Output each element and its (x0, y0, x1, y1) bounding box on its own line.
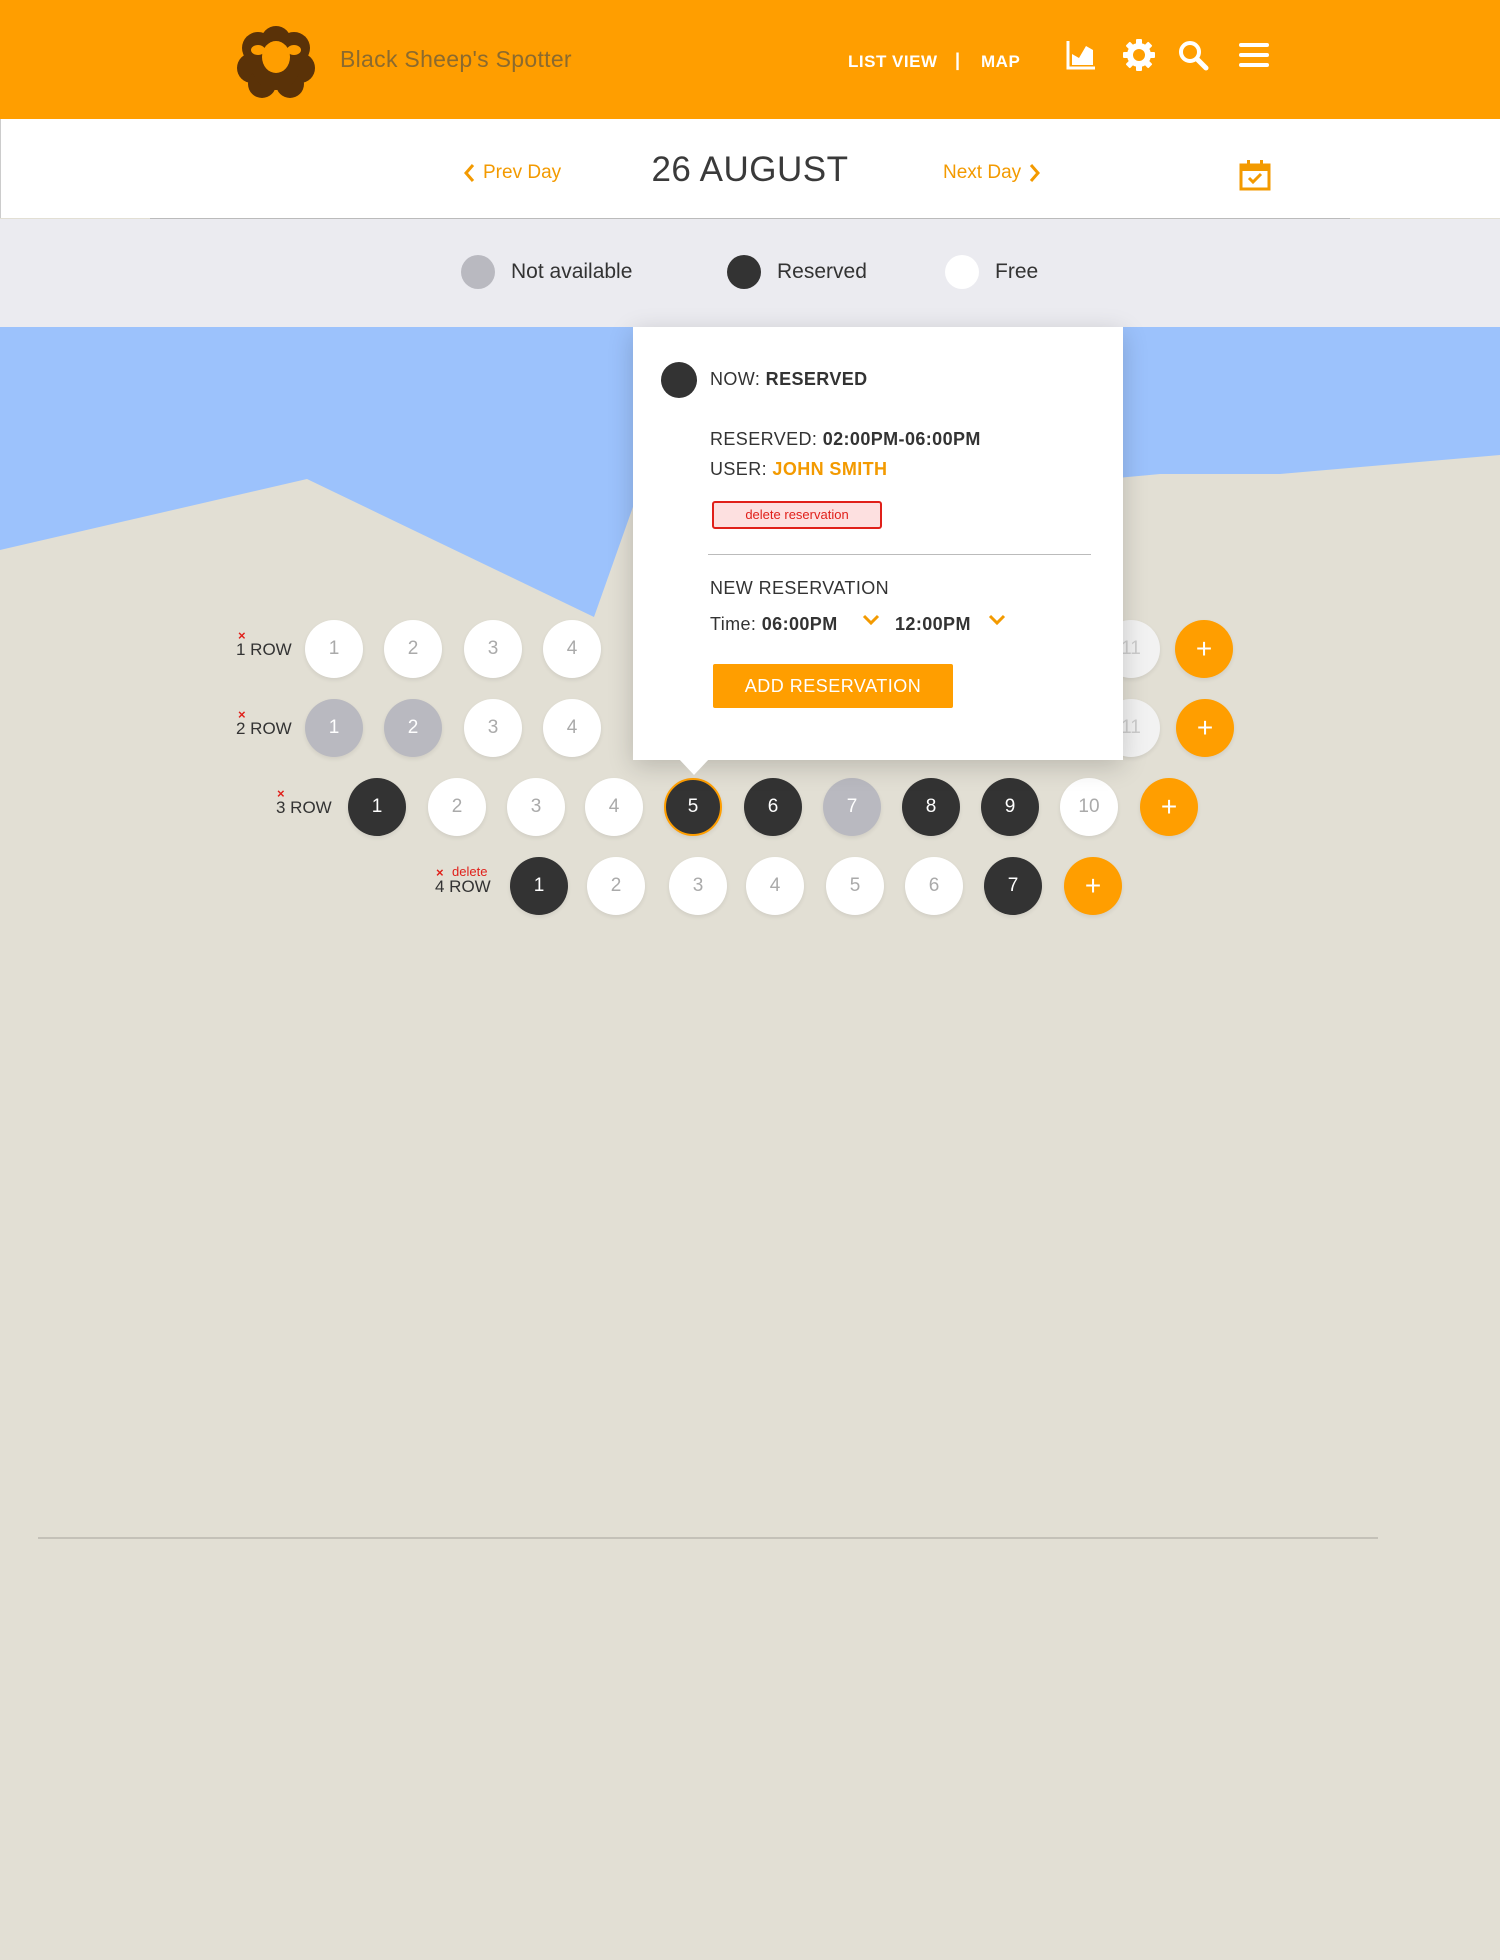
chevron-left-icon (464, 164, 475, 182)
map-bottom-divider (38, 1537, 1378, 1539)
time-label: Time: (710, 614, 757, 634)
time-to-select[interactable]: 12:00PM (895, 614, 971, 634)
brand-name: Black Sheep's Spotter (340, 46, 572, 72)
reserved-dot (727, 255, 761, 289)
chevron-down-icon[interactable] (862, 614, 880, 626)
popup-divider (708, 554, 1091, 555)
list-view-link[interactable]: LIST VIEW (848, 52, 938, 72)
now-status-line: NOW: RESERVED (710, 369, 868, 390)
popup-pointer (678, 758, 710, 775)
beach-spot[interactable]: 4 (543, 620, 601, 678)
current-date: 26 AUGUST (651, 150, 849, 189)
delete-reservation-button[interactable]: delete reservation (712, 501, 882, 529)
beach-spot[interactable]: 6 (905, 857, 963, 915)
legend-reserved: Reserved (727, 255, 867, 289)
beach-spot[interactable]: 1 (510, 857, 568, 915)
sheep-logo-icon[interactable] (236, 26, 316, 98)
beach-spot[interactable]: 4 (585, 778, 643, 836)
nav-separator: | (955, 50, 961, 70)
row-label: 1 ROW (236, 640, 292, 659)
reserved-time-line: RESERVED: 02:00PM-06:00PM (710, 429, 981, 450)
reserved-time: 02:00PM-06:00PM (822, 429, 981, 449)
legend-not-available: Not available (461, 255, 632, 289)
legend-free: Free (945, 255, 1038, 289)
beach-spot[interactable]: 4 (746, 857, 804, 915)
beach-spot[interactable]: 3 (464, 620, 522, 678)
legend: Not available Reserved Free (0, 219, 1500, 327)
map-link[interactable]: MAP (981, 52, 1020, 72)
user-line: USER: JOHN SMITH (710, 459, 887, 480)
new-reservation-title: NEW RESERVATION (710, 578, 890, 598)
beach-spot[interactable]: 4 (543, 699, 601, 757)
legend-not-available-label: Not available (511, 260, 633, 283)
add-reservation-button[interactable]: ADD RESERVATION (713, 664, 953, 708)
beach-spot[interactable]: 5 (664, 778, 722, 836)
time-from-select[interactable]: 06:00PM (762, 614, 838, 634)
row-label: 4 ROW (435, 877, 491, 896)
chevron-right-icon (1030, 164, 1041, 182)
add-spot-button[interactable]: + (1176, 699, 1234, 757)
beach-spot[interactable]: 1 (348, 778, 406, 836)
time-row: Time: 06:00PM (710, 614, 838, 635)
beach-spot[interactable]: 7 (984, 857, 1042, 915)
add-spot-button[interactable]: + (1064, 857, 1122, 915)
legend-free-label: Free (995, 260, 1039, 283)
chart-icon[interactable] (1064, 38, 1098, 72)
now-status: RESERVED (765, 369, 868, 389)
user-label: USER: (710, 459, 768, 479)
reserved-label: RESERVED: (710, 429, 818, 449)
beach-spot[interactable]: 2 (384, 620, 442, 678)
beach-spot[interactable]: 3 (464, 699, 522, 757)
menu-icon[interactable] (1237, 38, 1271, 72)
add-spot-button[interactable]: + (1175, 620, 1233, 678)
row-label: 3 ROW (276, 798, 332, 817)
gear-icon[interactable] (1122, 38, 1156, 72)
add-spot-button[interactable]: + (1140, 778, 1198, 836)
next-day-label: Next Day (943, 162, 1022, 183)
status-dot (661, 362, 697, 398)
prev-day-label: Prev Day (483, 162, 562, 183)
calendar-check-icon[interactable] (1239, 159, 1271, 191)
beach-spot[interactable]: 6 (744, 778, 802, 836)
beach-spot[interactable]: 2 (428, 778, 486, 836)
app-header: Black Sheep's Spotter LIST VIEW | MAP (0, 0, 1500, 119)
beach-spot[interactable]: 5 (826, 857, 884, 915)
row-label: 2 ROW (236, 719, 292, 738)
beach-spot[interactable]: 3 (507, 778, 565, 836)
free-dot (945, 255, 979, 289)
time-to-row: 12:00PM (895, 614, 971, 635)
user-name[interactable]: JOHN SMITH (772, 459, 887, 479)
beach-spot[interactable]: 8 (902, 778, 960, 836)
beach-spot[interactable]: 9 (981, 778, 1039, 836)
beach-spot[interactable]: 1 (305, 699, 363, 757)
beach-spot[interactable]: 10 (1060, 778, 1118, 836)
chevron-down-icon[interactable] (988, 614, 1006, 626)
now-label: NOW: (710, 369, 761, 389)
next-day-button[interactable]: Next Day (943, 162, 1041, 184)
search-icon[interactable] (1176, 38, 1210, 72)
beach-spot[interactable]: 7 (823, 778, 881, 836)
spot-popup: NOW: RESERVED RESERVED: 02:00PM-06:00PM … (633, 327, 1123, 760)
prev-day-button[interactable]: Prev Day (463, 162, 561, 184)
legend-reserved-label: Reserved (777, 260, 867, 283)
beach-spot[interactable]: 2 (587, 857, 645, 915)
beach-spot[interactable]: 1 (305, 620, 363, 678)
beach-spot[interactable]: 2 (384, 699, 442, 757)
beach-spot[interactable]: 3 (669, 857, 727, 915)
not-available-dot (461, 255, 495, 289)
